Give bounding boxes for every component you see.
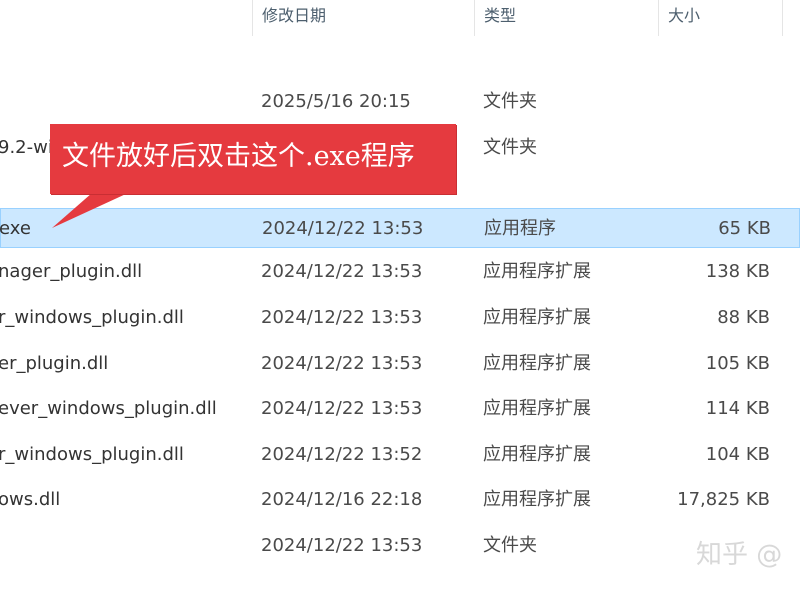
file-name: r_windows_plugin.dll (0, 444, 184, 465)
file-date: 2024/12/22 13:53 (261, 307, 423, 328)
file-name: nager_plugin.dll (0, 261, 143, 282)
file-type: 文件夹 (483, 535, 537, 556)
file-size: 104 KB (705, 444, 770, 465)
column-header-type[interactable]: 类型 (474, 0, 660, 36)
file-size: 65 KB (718, 218, 771, 239)
file-size (660, 128, 770, 168)
file-date: 2024/12/22 13:53 (262, 218, 424, 239)
file-name: er_plugin.dll (0, 353, 109, 374)
table-row[interactable]: r_windows_plugin.dll 2024/12/22 13:52 应用程序… (0, 435, 800, 475)
file-date: 2024/12/16 22:18 (261, 489, 423, 510)
file-explorer-view: ⌃ 修改日期 类型 大小 2025/5/16 20:15 文件夹 9.2-wi 文件夹… (0, 0, 800, 600)
file-date: 2024/12/22 13:53 (261, 353, 423, 374)
table-row[interactable]: er_plugin.dll 2024/12/22 13:53 应用程序扩展 105 K… (0, 344, 800, 384)
file-type: 文件夹 (483, 91, 537, 112)
table-row[interactable]: ever_windows_plugin.dll 2024/12/22 13:53 应… (0, 389, 800, 429)
zhihu-watermark: 知乎 @ (696, 540, 783, 570)
column-header-date[interactable]: 修改日期 (252, 0, 474, 36)
callout-text: 文件放好后双击这个.exe程序 (62, 141, 415, 172)
table-row-selected[interactable]: exe 2024/12/22 13:53 应用程序 65 KB (0, 208, 800, 248)
table-row[interactable]: 2025/5/16 20:15 文件夹 (0, 82, 800, 122)
file-size: 17,825 KB (677, 489, 770, 510)
file-name: exe (0, 218, 31, 239)
file-type: 应用程序扩展 (483, 444, 591, 465)
file-date: 2024/12/22 13:52 (261, 444, 423, 465)
file-date: 2024/12/22 13:53 (261, 535, 423, 556)
table-row[interactable]: ows.dll 2024/12/16 22:18 应用程序扩展 17,825 KB (0, 480, 800, 520)
file-name: ows.dll (0, 489, 61, 510)
file-size (660, 82, 770, 122)
file-date: 2025/5/16 20:15 (261, 91, 411, 112)
file-type: 应用程序 (484, 218, 556, 239)
file-name: r_windows_plugin.dll (0, 307, 184, 328)
file-date: 2024/12/22 13:53 (261, 398, 423, 419)
file-size: 105 KB (705, 353, 770, 374)
column-header-bar: ⌃ 修改日期 类型 大小 (0, 0, 800, 36)
file-name: ever_windows_plugin.dll (0, 398, 217, 419)
file-date: 2024/12/22 13:53 (261, 261, 423, 282)
table-row[interactable]: 2024/12/22 13:53 文件夹 (0, 526, 800, 566)
column-separator[interactable] (782, 0, 783, 36)
file-size: 138 KB (705, 261, 770, 282)
table-row[interactable]: r_windows_plugin.dll 2024/12/22 13:53 应用程序… (0, 298, 800, 338)
file-type: 文件夹 (483, 137, 537, 158)
column-header-size[interactable]: 大小 (658, 0, 782, 36)
table-row[interactable]: nager_plugin.dll 2024/12/22 13:53 应用程序扩展 13… (0, 252, 800, 292)
file-type: 应用程序扩展 (483, 307, 591, 328)
file-type: 应用程序扩展 (483, 398, 591, 419)
file-name (0, 82, 246, 122)
file-size: 114 KB (705, 398, 770, 419)
file-type: 应用程序扩展 (483, 261, 591, 282)
file-type: 应用程序扩展 (483, 353, 591, 374)
annotation-callout: 文件放好后双击这个.exe程序 (50, 124, 456, 194)
file-size: 88 KB (717, 307, 770, 328)
file-type: 应用程序扩展 (483, 489, 591, 510)
file-name (0, 526, 246, 566)
